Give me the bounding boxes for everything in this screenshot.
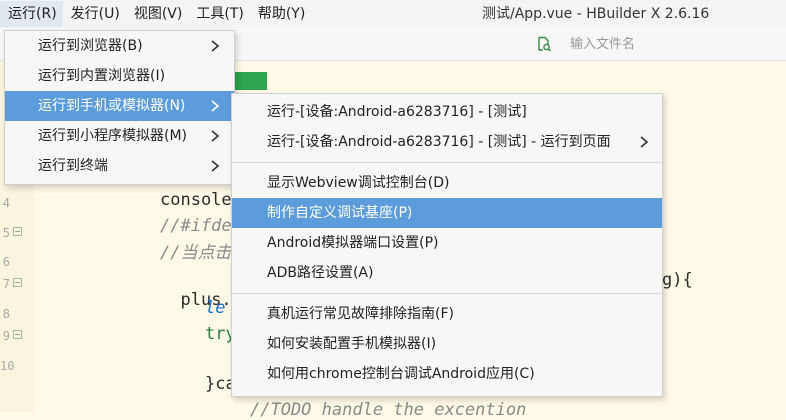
code-line: g){ bbox=[662, 270, 693, 290]
menu-item-label: 运行到小程序模拟器(M) bbox=[38, 128, 188, 144]
menu-item-label: ADB路径设置(A) bbox=[267, 265, 374, 281]
code-line: //#ifde bbox=[160, 216, 232, 236]
line-number: 6 bbox=[2, 255, 10, 269]
code-line: //TODO handle the excention bbox=[250, 400, 527, 420]
file-search bbox=[530, 28, 786, 60]
chevron-right-icon bbox=[211, 100, 220, 112]
menu-item-label: 运行-[设备:Android-a6283716] - [测试] - 运行到页面 bbox=[267, 134, 611, 150]
menu-item-emulator-port[interactable]: Android模拟器端口设置(P) bbox=[232, 228, 662, 258]
code-line: le bbox=[205, 298, 226, 318]
menu-item-label: 如何安装配置手机模拟器(I) bbox=[267, 336, 437, 352]
menu-item-run-terminal[interactable]: 运行到终端 bbox=[5, 151, 234, 181]
file-search-icon bbox=[538, 36, 552, 52]
menu-item-adb-path[interactable]: ADB路径设置(A) bbox=[232, 258, 662, 288]
run-menu: 运行到浏览器(B) 运行到内置浏览器(I) 运行到手机或模拟器(N) 运行到小程… bbox=[4, 30, 235, 185]
chevron-right-icon bbox=[211, 40, 220, 52]
menu-item-custom-base[interactable]: 制作自定义调试基座(P) bbox=[232, 198, 662, 228]
menu-item-label: 运行到内置浏览器(I) bbox=[38, 68, 166, 84]
menu-item-label: 运行到手机或模拟器(N) bbox=[38, 98, 186, 114]
menu-item-run-browser[interactable]: 运行到浏览器(B) bbox=[5, 31, 234, 61]
menu-view[interactable]: 视图(V) bbox=[126, 1, 189, 27]
line-number: 8 bbox=[2, 307, 10, 321]
menu-item-run-builtin-browser[interactable]: 运行到内置浏览器(I) bbox=[5, 61, 234, 91]
menu-item-label: Android模拟器端口设置(P) bbox=[267, 235, 439, 251]
fold-toggle-icon[interactable]: − bbox=[13, 227, 22, 236]
menu-item-run-miniprogram[interactable]: 运行到小程序模拟器(M) bbox=[5, 121, 234, 151]
line-number: 5 bbox=[2, 226, 10, 240]
device-submenu: 运行-[设备:Android-a6283716] - [测试] 运行-[设备:A… bbox=[231, 93, 663, 397]
line-number: 9 bbox=[2, 329, 10, 343]
menu-item-troubleshooting[interactable]: 真机运行常见故障排除指南(F) bbox=[232, 299, 662, 329]
highlight-block bbox=[233, 72, 267, 90]
window-title: 测试/App.vue - HBuilder X 2.6.16 bbox=[482, 6, 710, 22]
menu-item-run-device-page[interactable]: 运行-[设备:Android-a6283716] - [测试] - 运行到页面 bbox=[232, 127, 662, 157]
menu-item-run-device-test[interactable]: 运行-[设备:Android-a6283716] - [测试] bbox=[232, 97, 662, 127]
menu-item-install-emulator[interactable]: 如何安装配置手机模拟器(I) bbox=[232, 329, 662, 359]
menu-item-run-device[interactable]: 运行到手机或模拟器(N) bbox=[5, 91, 234, 121]
chevron-right-icon bbox=[640, 136, 649, 148]
line-number: 4 bbox=[2, 196, 10, 210]
menu-item-chrome-debug[interactable]: 如何用chrome控制台调试Android应用(C) bbox=[232, 359, 662, 389]
menu-item-label: 运行到浏览器(B) bbox=[38, 38, 143, 54]
fold-toggle-icon[interactable]: − bbox=[13, 278, 22, 287]
menu-item-label: 显示Webview调试控制台(D) bbox=[267, 175, 450, 191]
fold-toggle-icon[interactable]: − bbox=[13, 330, 22, 339]
menu-item-label: 如何用chrome控制台调试Android应用(C) bbox=[267, 366, 535, 382]
line-number: 7 bbox=[2, 277, 10, 291]
menu-separator bbox=[232, 162, 662, 163]
menu-publish[interactable]: 发行(U) bbox=[63, 1, 126, 27]
line-number: 10 bbox=[0, 359, 15, 373]
menu-item-webview-console[interactable]: 显示Webview调试控制台(D) bbox=[232, 168, 662, 198]
menu-item-label: 运行-[设备:Android-a6283716] - [测试] bbox=[267, 104, 527, 120]
menu-tools[interactable]: 工具(T) bbox=[188, 1, 249, 27]
menu-item-label: 制作自定义调试基座(P) bbox=[267, 205, 413, 221]
code-line: //当点击 bbox=[160, 243, 232, 263]
menu-item-label: 真机运行常见故障排除指南(F) bbox=[267, 306, 454, 322]
menu-separator bbox=[232, 293, 662, 294]
code-line: console bbox=[160, 190, 232, 210]
menu-item-label: 运行到终端 bbox=[38, 158, 108, 174]
chevron-right-icon bbox=[211, 130, 220, 142]
menu-help[interactable]: 帮助(Y) bbox=[250, 1, 311, 27]
menu-run[interactable]: 运行(R) bbox=[0, 1, 63, 27]
file-search-input[interactable] bbox=[568, 35, 762, 53]
chevron-right-icon bbox=[211, 160, 220, 172]
